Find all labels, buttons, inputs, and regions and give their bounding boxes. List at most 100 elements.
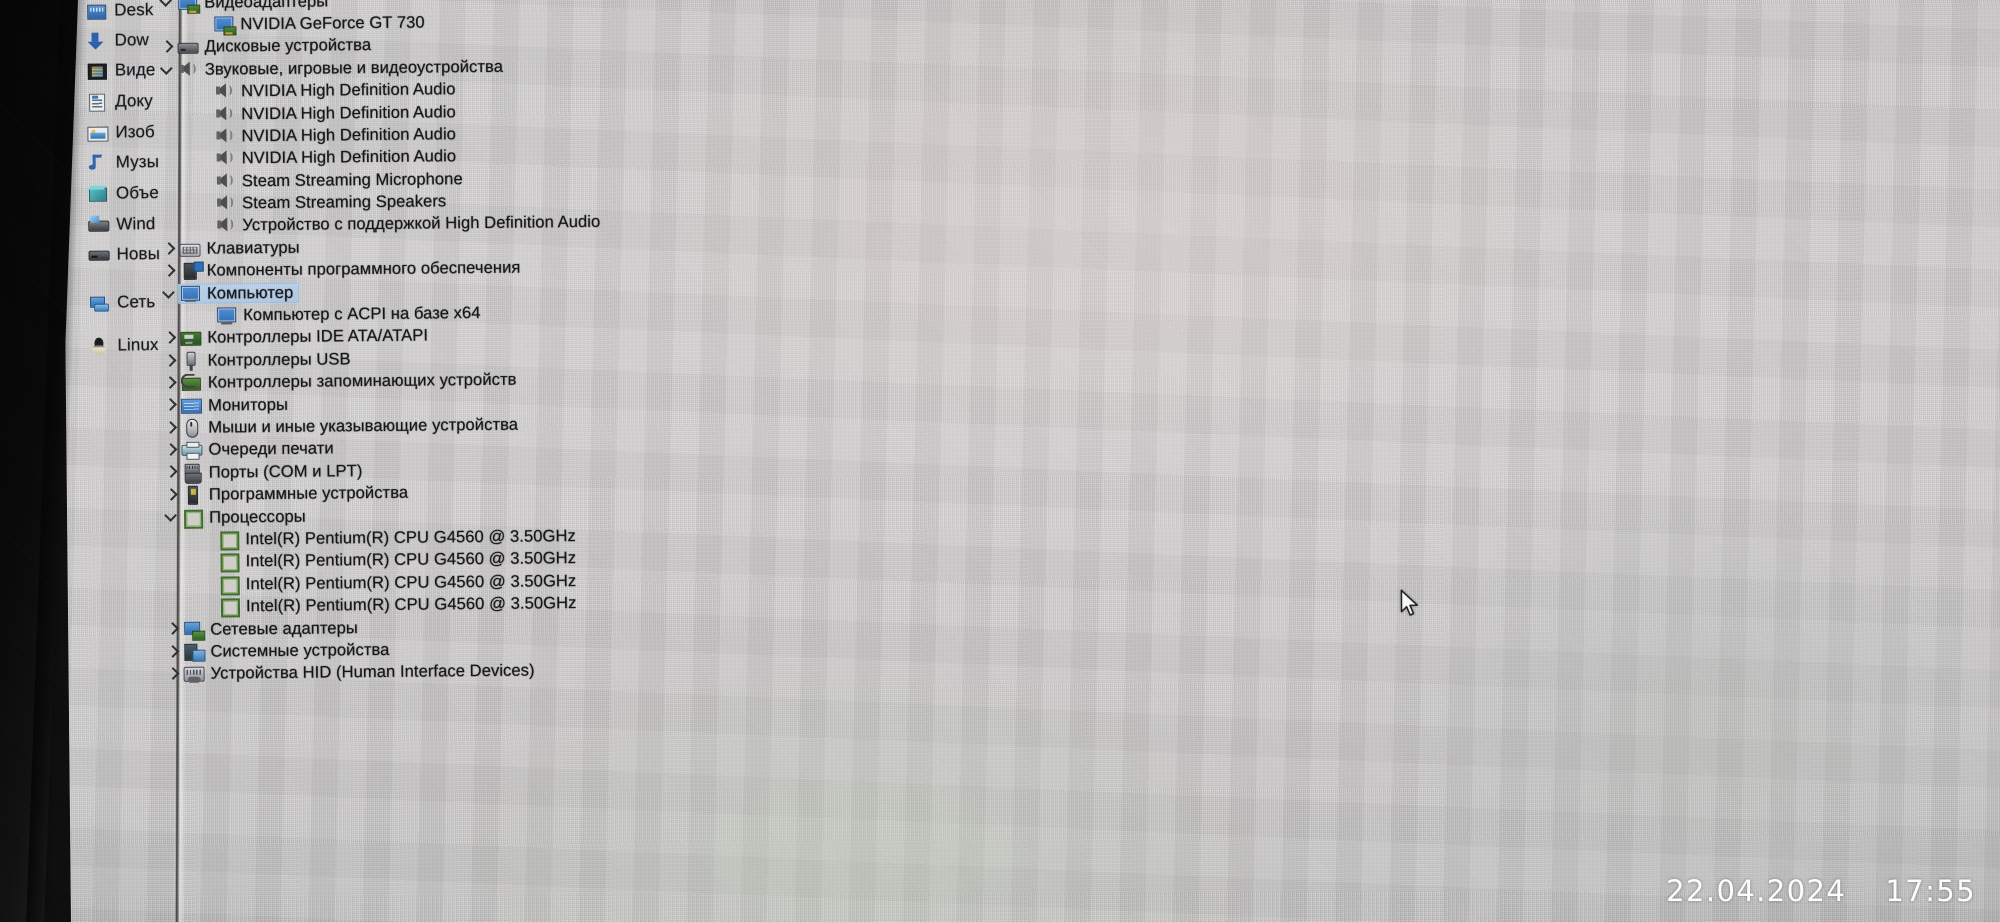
- tree-node[interactable]: NVIDIA High Definition Audio: [214, 102, 456, 124]
- nav-item-label: Dow: [114, 30, 149, 50]
- nav-item-7[interactable]: Объе: [88, 182, 159, 205]
- tree-node[interactable]: Компьютер с ACPI на базе x64: [216, 303, 481, 326]
- display-adapter-icon: [177, 0, 198, 11]
- device-tree-row-label: Очереди печати: [208, 438, 334, 460]
- speaker-icon: [215, 194, 235, 212]
- chevron-down-icon[interactable]: [159, 61, 176, 78]
- nav-item-1[interactable]: Desk: [86, 0, 153, 22]
- tree-node[interactable]: NVIDIA GeForce GT 730: [213, 12, 425, 34]
- nav-item-label: Desk: [114, 0, 154, 20]
- chevron-right-icon[interactable]: [163, 487, 180, 504]
- network-adapter-icon: [183, 620, 203, 638]
- cpu-icon: [218, 530, 240, 551]
- chevron-right-icon[interactable]: [162, 442, 179, 459]
- tree-node[interactable]: NVIDIA High Definition Audio: [214, 124, 456, 146]
- tree-node[interactable]: Intel(R) Pentium(R) CPU G4560 @ 3.50GHz: [219, 570, 577, 596]
- tree-node[interactable]: Звуковые, игровые и видеоустройства: [178, 57, 503, 80]
- chevron-down-icon[interactable]: [163, 509, 180, 526]
- chevron-right-icon[interactable]: [164, 643, 181, 660]
- tree-node[interactable]: Программные устройства: [182, 483, 408, 505]
- nav-item-5[interactable]: Изоб: [87, 121, 155, 144]
- network-adapter-icon-glyph: [184, 621, 201, 635]
- tree-node[interactable]: Мониторы: [180, 394, 288, 415]
- tree-node[interactable]: Клавиатуры: [179, 238, 300, 259]
- desktop-icon: [86, 1, 107, 20]
- nav-item-3[interactable]: Виде: [87, 59, 156, 82]
- speaker-icon: [215, 172, 235, 190]
- nav-item-6[interactable]: Музы: [88, 151, 159, 174]
- 3d-objects-icon: [88, 184, 108, 203]
- chevron-right-icon[interactable]: [162, 419, 179, 436]
- monitor-icon-glyph: [180, 398, 203, 414]
- chevron-down-icon[interactable]: [158, 0, 175, 11]
- tree-node[interactable]: Steam Streaming Microphone: [215, 169, 463, 191]
- nav-item-11[interactable]: Linux: [89, 334, 158, 357]
- tree-node[interactable]: Порты (COM и LPT): [182, 461, 363, 483]
- chevron-right-icon[interactable]: [162, 352, 179, 369]
- tree-node[interactable]: Контроллеры запоминающих устройств: [181, 370, 517, 393]
- device-tree-row-label: Steam Streaming Speakers: [241, 191, 447, 213]
- device-tree-row-label: Контроллеры IDE ATA/ATAPI: [207, 325, 429, 348]
- tree-node[interactable]: Intel(R) Pentium(R) CPU G4560 @ 3.50GHz: [218, 526, 576, 551]
- chevron-right-icon[interactable]: [164, 621, 181, 638]
- nav-item-2[interactable]: Dow: [86, 29, 149, 52]
- expander-placeholder: [196, 150, 213, 167]
- chevron-right-icon[interactable]: [162, 375, 179, 392]
- tree-node[interactable]: Steam Streaming Speakers: [215, 191, 446, 213]
- cpu-icon-glyph: [220, 598, 241, 618]
- tree-node[interactable]: Очереди печати: [181, 438, 334, 460]
- music-icon: [88, 153, 107, 172]
- device-tree-row-label: Компьютер с ACPI на базе x64: [243, 303, 481, 325]
- nav-item-4[interactable]: Доку: [87, 90, 153, 113]
- chevron-right-icon[interactable]: [160, 240, 177, 257]
- chevron-right-icon[interactable]: [159, 39, 176, 56]
- display-adapter-icon-glyph: [214, 16, 234, 32]
- desktop-icon-glyph: [87, 4, 107, 20]
- nav-item-10[interactable]: Сеть: [89, 291, 155, 314]
- nav-item-8[interactable]: Wind: [88, 213, 156, 236]
- chevron-right-icon[interactable]: [161, 263, 178, 280]
- device-tree-row-label: Intel(R) Pentium(R) CPU G4560 @ 3.50GHz: [245, 570, 577, 593]
- windows-drive-icon: [88, 215, 110, 234]
- tree-node[interactable]: Сетевые адаптеры: [183, 618, 358, 640]
- speaker-icon: [214, 105, 234, 123]
- new-drive-icon: [88, 245, 110, 264]
- mouse-icon: [181, 418, 201, 438]
- device-tree-row-label: Intel(R) Pentium(R) CPU G4560 @ 3.50GHz: [245, 593, 577, 616]
- windows-drive-icon-glyph: [88, 220, 110, 232]
- monitor-icon: [180, 396, 203, 414]
- speaker-icon-glyph: [218, 195, 228, 210]
- device-tree-row-label: NVIDIA High Definition Audio: [241, 101, 456, 123]
- tree-node[interactable]: Компоненты программного обеспечения: [180, 258, 521, 281]
- chevron-right-icon[interactable]: [161, 330, 178, 347]
- cpu-icon-glyph: [220, 531, 240, 551]
- tree-node[interactable]: Мыши и иные указывающие устройства: [181, 415, 518, 438]
- chevron-right-icon[interactable]: [162, 397, 179, 414]
- speaker-icon-glyph: [217, 105, 227, 121]
- software-device-icon-glyph: [187, 485, 198, 505]
- expander-placeholder: [200, 576, 217, 593]
- tree-node[interactable]: Системные устройства: [183, 640, 390, 662]
- speaker-icon: [178, 60, 198, 78]
- chevron-right-icon[interactable]: [163, 464, 180, 481]
- tree-node[interactable]: Устройство с поддержкой High Definition …: [215, 212, 600, 236]
- chevron-down-icon[interactable]: [161, 285, 178, 302]
- device-tree-row-label: Видеоадаптеры: [204, 0, 329, 12]
- device-tree-row-label: Устройства HID (Human Interface Devices): [210, 660, 535, 683]
- nav-item-label: Новы: [116, 244, 161, 264]
- tree-node[interactable]: Процессоры: [182, 506, 306, 529]
- cpu-icon-glyph: [220, 576, 240, 596]
- tree-node[interactable]: NVIDIA High Definition Audio: [215, 147, 457, 169]
- selected-tree-node[interactable]: Компьютер: [177, 282, 300, 304]
- tree-node[interactable]: Контроллеры USB: [181, 349, 351, 371]
- nav-item-9[interactable]: Новы: [88, 243, 160, 266]
- device-tree-row-label: Intel(R) Pentium(R) CPU G4560 @ 3.50GHz: [245, 526, 576, 549]
- tree-node[interactable]: Дисковые устройства: [177, 35, 371, 57]
- tree-node[interactable]: Intel(R) Pentium(R) CPU G4560 @ 3.50GHz: [219, 593, 577, 618]
- tree-node[interactable]: NVIDIA High Definition Audio: [214, 79, 456, 101]
- tree-node[interactable]: Intel(R) Pentium(R) CPU G4560 @ 3.50GHz: [218, 548, 576, 573]
- tree-node[interactable]: Контроллеры IDE ATA/ATAPI: [180, 326, 428, 348]
- tree-node[interactable]: Видеоадаптеры: [177, 0, 328, 12]
- tree-node[interactable]: Устройства HID (Human Interface Devices): [183, 660, 535, 684]
- chevron-right-icon[interactable]: [165, 666, 182, 683]
